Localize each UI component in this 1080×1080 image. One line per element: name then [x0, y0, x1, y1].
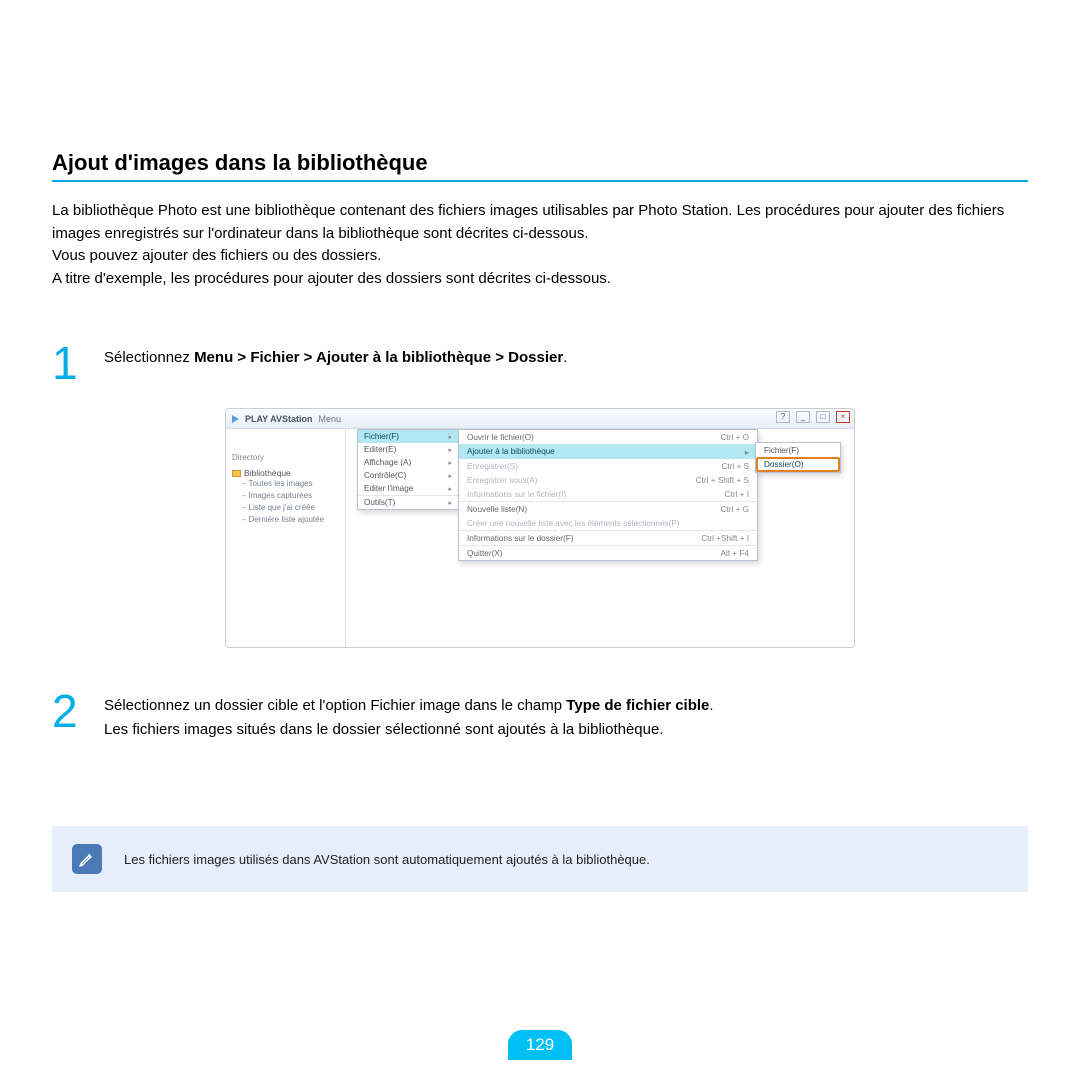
window-titlebar: PLAY AVStation Menu ? _ □ × [226, 409, 854, 429]
app-title: PLAY AVStation [245, 414, 313, 424]
menu-item-editer-image[interactable]: Editer l'image▸ [358, 482, 458, 495]
tree-item[interactable]: Liste que j'ai créée [242, 502, 345, 514]
tree-root[interactable]: Bibliothèque [232, 468, 345, 478]
intro-block: La bibliothèque Photo est une bibliothèq… [52, 200, 1028, 290]
submenu3-item-fichier[interactable]: Fichier(F) [756, 443, 840, 457]
pencil-icon [72, 844, 102, 874]
sidebar-heading: Directory [232, 453, 345, 462]
window-maximize-button[interactable]: □ [816, 411, 830, 423]
submenu-item-info-dossier[interactable]: Informations sur le dossier(F)Ctrl +Shif… [459, 530, 757, 545]
app-logo-icon [232, 415, 239, 423]
step-2: 2 Sélectionnez un dossier cible et l'opt… [52, 688, 1028, 742]
step-2-text: Sélectionnez un dossier cible et l'optio… [104, 688, 714, 742]
submenu-item-ouvrir[interactable]: Ouvrir le fichier(O)Ctrl + O [459, 430, 757, 444]
submenu-item-ajouter[interactable]: Ajouter à la bibliothèque▸ [459, 444, 757, 459]
intro-p3: A titre d'exemple, les procédures pour a… [52, 268, 1028, 291]
step-1-text: Sélectionnez Menu > Fichier > Ajouter à … [104, 340, 567, 386]
tree-item[interactable]: Images capturées [242, 490, 345, 502]
step2-pre: Sélectionnez un dossier cible et l'optio… [104, 697, 566, 714]
step1-pre: Sélectionnez [104, 349, 194, 366]
window-close-button[interactable]: × [836, 411, 850, 423]
app-menu-label[interactable]: Menu [319, 414, 342, 424]
folder-icon [232, 470, 241, 477]
submenu-item-creer-liste: Créer une nouvelle liste avec les élémen… [459, 516, 757, 530]
step-2-number: 2 [52, 688, 86, 742]
tree-root-label: Bibliothèque [244, 468, 291, 478]
intro-p1: La bibliothèque Photo est une bibliothèq… [52, 200, 1028, 245]
menu-item-editer[interactable]: Editer(E)▸ [358, 443, 458, 456]
step2-line2: Les fichiers images situés dans le dossi… [104, 721, 664, 738]
page-number: 129 [508, 1030, 572, 1060]
submenu-fichier: Ouvrir le fichier(O)Ctrl + O Ajouter à l… [458, 429, 758, 561]
submenu-item-info-fichier: Informations sur le fichier(I)Ctrl + I [459, 487, 757, 501]
step-1: 1 Sélectionnez Menu > Fichier > Ajouter … [52, 340, 1028, 386]
step-1-number: 1 [52, 340, 86, 386]
menu-item-outils[interactable]: Outils(T)▸ [358, 495, 458, 509]
menu-item-affichage[interactable]: Affichage (A)▸ [358, 456, 458, 469]
submenu3-item-dossier[interactable]: Dossier(O) [756, 457, 840, 472]
main-menu: Fichier(F)▸ Editer(E)▸ Affichage (A)▸ Co… [357, 429, 459, 510]
menu-item-fichier[interactable]: Fichier(F)▸ [358, 430, 458, 443]
submenu-item-quitter[interactable]: Quitter(X)Alt + F4 [459, 545, 757, 560]
window-minimize-button[interactable]: _ [796, 411, 810, 423]
intro-p2: Vous pouvez ajouter des fichiers ou des … [52, 245, 1028, 268]
sidebar: Directory Bibliothèque Toutes les images… [226, 429, 346, 647]
submenu-item-enregistrer: Enregistrer(S)Ctrl + S [459, 459, 757, 473]
step1-post: . [563, 349, 567, 366]
submenu-ajouter: Fichier(F) Dossier(O) [755, 442, 841, 473]
note-text: Les fichiers images utilisés dans AVStat… [124, 852, 650, 867]
step1-path: Menu > Fichier > Ajouter à la bibliothèq… [194, 349, 563, 366]
app-screenshot: PLAY AVStation Menu ? _ □ × Directory Bi… [225, 408, 855, 648]
step2-bold: Type de fichier cible [566, 697, 709, 714]
menu-item-controle[interactable]: Contrôle(C)▸ [358, 469, 458, 482]
submenu-item-nouvelle-liste[interactable]: Nouvelle liste(N)Ctrl + G [459, 501, 757, 516]
step2-post: . [709, 697, 713, 714]
tree-item[interactable]: Dernière liste ajoutée [242, 514, 345, 526]
tree-item[interactable]: Toutes les images [242, 478, 345, 490]
info-note: Les fichiers images utilisés dans AVStat… [52, 826, 1028, 892]
window-help-button[interactable]: ? [776, 411, 790, 423]
submenu-item-enregistrer-sous: Enregistrer sous(A)Ctrl + Shift + S [459, 473, 757, 487]
section-title: Ajout d'images dans la bibliothèque [52, 150, 1028, 182]
